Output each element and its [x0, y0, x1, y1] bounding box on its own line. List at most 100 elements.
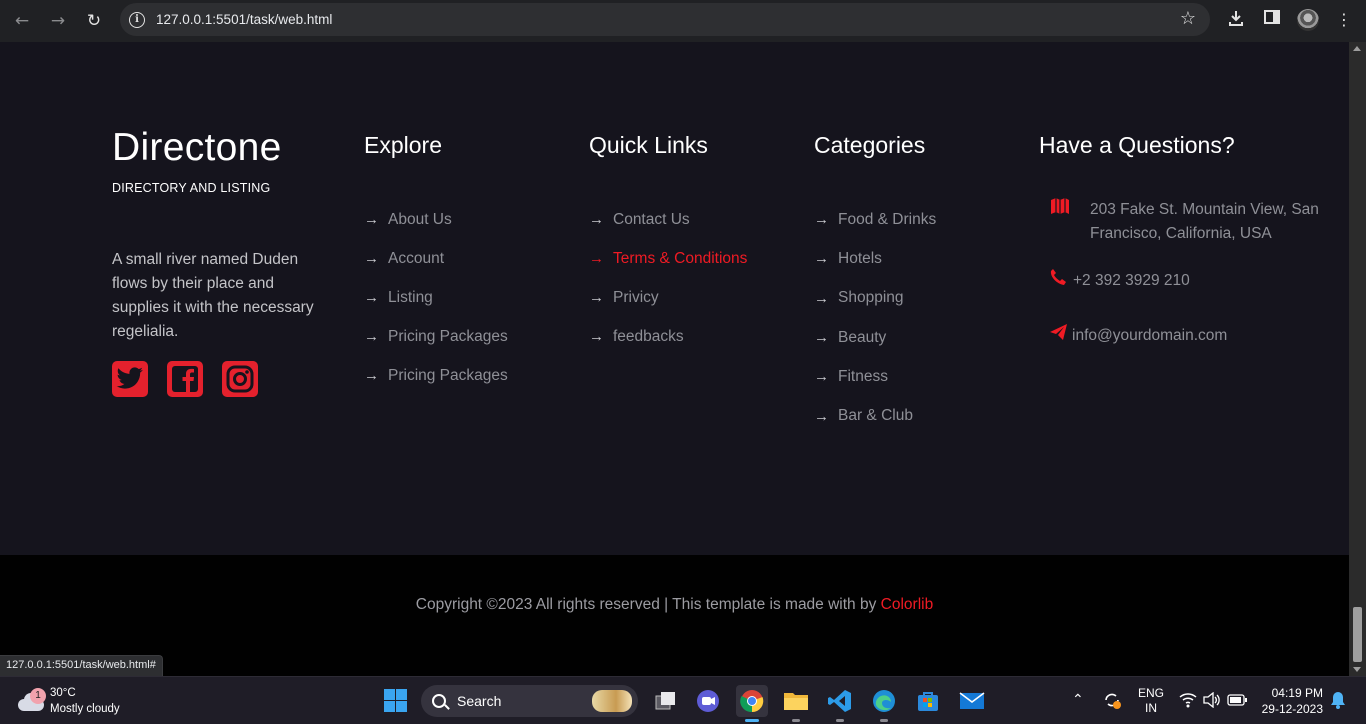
brand-name[interactable]: Directone	[112, 126, 282, 170]
language-code: ENG	[1138, 686, 1165, 700]
explore-list: → About Us → Account → Listing → Pricing Pac…	[364, 200, 508, 395]
scroll-down-icon[interactable]	[1353, 667, 1361, 672]
status-bubble: 127.0.0.1:5501/task/web.html#	[0, 655, 163, 676]
phone-icon	[1046, 269, 1070, 293]
sync-icon[interactable]	[1102, 690, 1122, 713]
email-text[interactable]: info@yourdomain.com	[1072, 324, 1227, 348]
footer-main: Directone DIRECTORY AND LISTING A small …	[0, 42, 1349, 555]
arrow-right-icon: →	[589, 211, 604, 228]
download-icon[interactable]	[1225, 9, 1247, 31]
category-shopping[interactable]: → Shopping	[814, 279, 936, 318]
arrow-right-icon: →	[814, 250, 829, 268]
explore-link-pricing-2[interactable]: → Pricing Packages	[364, 356, 508, 395]
arrow-right-icon: →	[814, 329, 829, 347]
bookmark-star-icon[interactable]: ☆	[1180, 8, 1196, 29]
quick-link-terms[interactable]: → Terms & Conditions	[589, 239, 747, 278]
taskbar: 1 30°C Mostly cloudy Search ⌃ ENG IN 04:…	[0, 676, 1366, 724]
address-text: 203 Fake St. Mountain View, San Francisc…	[1090, 201, 1319, 242]
paper-plane-icon	[1046, 324, 1070, 348]
category-bar-club[interactable]: → Bar & Club	[814, 396, 936, 435]
forward-icon[interactable]: →	[45, 8, 71, 34]
address-bar[interactable]: i 127.0.0.1:5501/task/web.html ☆	[120, 3, 1210, 36]
contact-address: 203 Fake St. Mountain View, San Francisc…	[1048, 198, 1338, 246]
page-viewport: Directone DIRECTORY AND LISTING A small …	[0, 42, 1349, 676]
search-highlight-image	[592, 690, 632, 712]
category-fitness[interactable]: → Fitness	[814, 357, 936, 396]
windows-start-icon[interactable]	[384, 689, 407, 712]
explore-link-listing[interactable]: → Listing	[364, 278, 508, 317]
search-icon	[432, 694, 446, 708]
explore-link-about[interactable]: → About Us	[364, 200, 508, 239]
chrome-icon[interactable]	[736, 685, 768, 722]
menu-kebab-icon[interactable]: ⋮	[1333, 9, 1355, 31]
quick-link-contact[interactable]: → Contact Us	[589, 200, 747, 239]
quick-links-title: Quick Links	[589, 132, 708, 158]
footer-bottom	[0, 555, 1349, 676]
instagram-icon[interactable]	[222, 361, 258, 397]
scroll-up-icon[interactable]	[1353, 46, 1361, 51]
battery-icon[interactable]	[1227, 694, 1247, 709]
category-hotels[interactable]: → Hotels	[814, 239, 936, 278]
profile-avatar[interactable]	[1297, 9, 1319, 31]
store-icon[interactable]	[912, 685, 944, 717]
notification-bell-icon[interactable]	[1330, 691, 1346, 712]
arrow-right-icon: →	[364, 328, 379, 345]
arrow-right-icon: →	[364, 211, 379, 228]
colorlib-link[interactable]: Colorlib	[881, 596, 934, 613]
weather-temp: 30°C	[50, 687, 76, 699]
taskbar-search[interactable]: Search	[421, 685, 638, 717]
mail-icon[interactable]	[956, 685, 988, 717]
vscode-icon[interactable]	[824, 685, 856, 722]
file-explorer-icon[interactable]	[780, 685, 812, 722]
quick-link-feedbacks[interactable]: → feedbacks	[589, 317, 747, 356]
scroll-thumb[interactable]	[1353, 607, 1362, 662]
back-icon[interactable]: ←	[9, 8, 35, 34]
category-beauty[interactable]: → Beauty	[814, 318, 936, 357]
url-text[interactable]: 127.0.0.1:5501/task/web.html	[156, 12, 332, 27]
questions-title: Have a Questions?	[1039, 132, 1235, 158]
teams-chat-icon[interactable]	[692, 685, 724, 717]
facebook-icon[interactable]	[167, 361, 203, 397]
brand-tagline: DIRECTORY AND LISTING	[112, 181, 271, 195]
arrow-right-icon: →	[364, 367, 379, 384]
quick-link-privacy[interactable]: → Privicy	[589, 278, 747, 317]
weather-badge: 1	[30, 688, 46, 704]
copyright: Copyright ©2023 All rights reserved | Th…	[0, 596, 1349, 614]
page-scrollbar[interactable]	[1349, 42, 1366, 676]
task-view-icon[interactable]	[649, 685, 681, 717]
map-icon	[1048, 198, 1072, 246]
site-info-icon[interactable]: i	[129, 11, 145, 28]
tray-chevron-icon[interactable]: ⌃	[1072, 691, 1084, 708]
search-label: Search	[457, 693, 502, 709]
explore-link-pricing[interactable]: → Pricing Packages	[364, 317, 508, 356]
arrow-right-icon: →	[589, 328, 604, 345]
language-indicator[interactable]: ENG IN	[1138, 686, 1164, 716]
phone-text[interactable]: +2 392 3929 210	[1073, 269, 1190, 293]
clock[interactable]: 04:19 PM 29-12-2023	[1260, 685, 1323, 717]
categories-list: → Food & Drinks → Hotels → Shopping → Beauty…	[814, 200, 936, 436]
wifi-icon[interactable]	[1179, 692, 1197, 711]
weather-desc: Mostly cloudy	[50, 703, 120, 715]
cloud-icon: 1	[18, 688, 46, 713]
arrow-right-icon: →	[814, 368, 829, 386]
volume-icon[interactable]	[1203, 691, 1221, 711]
weather-widget[interactable]: 1 30°C Mostly cloudy	[18, 685, 120, 717]
explore-link-account[interactable]: → Account	[364, 239, 508, 278]
contact-email[interactable]: info@yourdomain.com	[1046, 324, 1227, 348]
social-links	[112, 361, 258, 397]
arrow-right-icon: →	[589, 250, 604, 267]
quick-links-list: → Contact Us → Terms & Conditions → Privicy…	[589, 200, 747, 356]
about-text: A small river named Duden flows by their…	[112, 251, 314, 340]
side-panel-icon[interactable]	[1261, 9, 1283, 31]
reload-icon[interactable]: ↻	[81, 8, 107, 34]
category-food-drinks[interactable]: → Food & Drinks	[814, 200, 936, 239]
edge-icon[interactable]	[868, 685, 900, 722]
arrow-right-icon: →	[589, 289, 604, 306]
time-text: 04:19 PM	[1271, 686, 1323, 700]
arrow-right-icon: →	[814, 211, 829, 229]
arrow-right-icon: →	[364, 289, 379, 306]
twitter-icon[interactable]	[112, 361, 148, 397]
browser-toolbar: ← → ↻ i 127.0.0.1:5501/task/web.html ☆ ⋮	[0, 0, 1366, 42]
contact-phone[interactable]: +2 392 3929 210	[1046, 269, 1190, 293]
date-text: 29-12-2023	[1261, 702, 1323, 716]
